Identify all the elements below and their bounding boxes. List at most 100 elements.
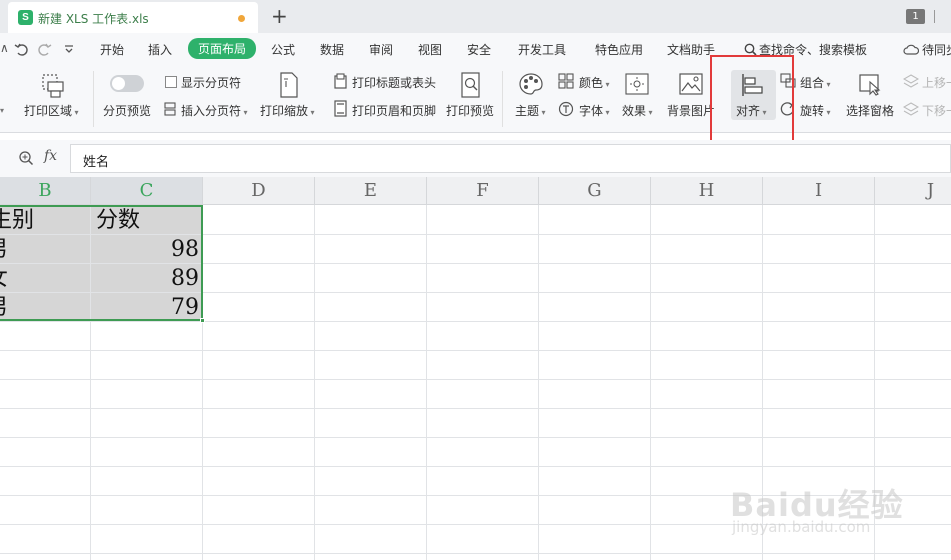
- rotate-label: 旋转: [800, 104, 825, 118]
- row-divider: [0, 379, 951, 380]
- insert-page-break-icon[interactable]: [163, 102, 177, 116]
- send-backward-label[interactable]: 下移一层: [922, 102, 951, 119]
- insert-page-break-label: 插入分页符: [181, 104, 242, 118]
- formula-input[interactable]: 姓名: [70, 144, 951, 173]
- menu-developer[interactable]: 开发工具: [518, 41, 566, 58]
- background-image-label[interactable]: 背景图片: [667, 102, 715, 119]
- document-tab[interactable]: S 新建 XLS 工作表.xls: [8, 2, 258, 33]
- print-scale-label: 打印缩放: [260, 104, 309, 118]
- row-divider: [0, 466, 951, 467]
- menu-formulas[interactable]: 公式: [271, 41, 295, 58]
- column-divider: [538, 205, 539, 560]
- menu-bar: ∧ 开始 插入 页面布局 公式 数据 审阅 视图 安全 开发工具 特色应用 文档…: [0, 33, 951, 65]
- baidu-jingyan-watermark: Baidu经验 jingyan.baidu.com: [730, 480, 930, 550]
- row-divider: [0, 437, 951, 438]
- menu-review[interactable]: 审阅: [369, 41, 393, 58]
- menu-insert[interactable]: 插入: [148, 41, 172, 58]
- print-titles-label[interactable]: 打印标题或表头: [352, 74, 436, 91]
- menu-view[interactable]: 视图: [418, 41, 442, 58]
- fonts-label: 字体: [579, 104, 604, 118]
- menu-home[interactable]: 开始: [100, 41, 124, 58]
- background-image-icon[interactable]: [679, 72, 703, 96]
- colors-icon[interactable]: [558, 73, 574, 89]
- effects-icon[interactable]: [625, 73, 649, 95]
- ribbon-separator: [93, 71, 94, 127]
- document-title: 新建 XLS 工作表.xls: [38, 12, 149, 26]
- column-header-h[interactable]: H: [651, 177, 763, 205]
- print-preview-label[interactable]: 打印预览: [446, 102, 494, 119]
- row-divider: [0, 350, 951, 351]
- theme-button[interactable]: 主题 ▾: [515, 102, 546, 119]
- print-area-button[interactable]: 打印区域 ▾: [24, 102, 79, 119]
- print-area-icon[interactable]: [40, 71, 66, 99]
- ribbon-separator: [502, 71, 503, 127]
- column-divider: [650, 205, 651, 560]
- send-backward-icon[interactable]: [903, 102, 919, 116]
- row-divider: [0, 553, 951, 554]
- menu-data[interactable]: 数据: [320, 41, 344, 58]
- title-separator: [934, 10, 935, 23]
- print-preview-icon[interactable]: [460, 71, 482, 99]
- print-titles-icon[interactable]: [333, 73, 348, 90]
- column-header-g[interactable]: G: [539, 177, 651, 205]
- quick-access-menu-icon[interactable]: [64, 44, 74, 54]
- formula-value: 姓名: [83, 155, 110, 170]
- group-button[interactable]: 组合 ▾: [800, 74, 831, 91]
- menu-features[interactable]: 特色应用: [595, 41, 643, 58]
- column-header-f[interactable]: F: [427, 177, 539, 205]
- print-area-label: 打印区域: [24, 104, 73, 118]
- fx-icon[interactable]: fx: [44, 148, 57, 164]
- page-break-preview-toggle[interactable]: [110, 75, 144, 92]
- undo-icon[interactable]: [14, 42, 28, 56]
- selection-pane-label[interactable]: 选择窗格: [846, 102, 894, 119]
- redo-icon[interactable]: [38, 42, 52, 56]
- column-header-d[interactable]: D: [203, 177, 315, 205]
- rotate-button[interactable]: 旋转 ▾: [800, 102, 831, 119]
- unsaved-dot-icon: [238, 15, 245, 22]
- show-page-break-label[interactable]: 显示分页符: [181, 74, 241, 91]
- row-divider: [0, 408, 951, 409]
- selection-border: [0, 205, 203, 321]
- theme-label: 主题: [515, 104, 540, 118]
- bring-forward-icon[interactable]: [903, 74, 919, 88]
- selection-pane-icon[interactable]: [858, 72, 882, 96]
- print-header-footer-icon[interactable]: [333, 100, 348, 117]
- colors-label: 颜色: [579, 76, 604, 90]
- menu-page-layout[interactable]: 页面布局: [188, 38, 257, 59]
- ribbon-left-cut-caret: ▾: [0, 106, 5, 115]
- fonts-icon[interactable]: [558, 101, 574, 117]
- print-scale-icon[interactable]: [278, 71, 300, 99]
- new-tab-button[interactable]: +: [271, 4, 288, 28]
- theme-palette-icon[interactable]: [518, 72, 544, 96]
- page-break-preview-label[interactable]: 分页预览: [103, 102, 151, 119]
- cloud-sync-icon[interactable]: [903, 43, 919, 56]
- effects-label: 效果: [622, 104, 647, 118]
- effects-button[interactable]: 效果 ▾: [622, 102, 653, 119]
- fill-handle[interactable]: [200, 318, 205, 323]
- group-label: 组合: [800, 76, 825, 90]
- column-header-j[interactable]: J: [875, 177, 951, 205]
- window-count-badge[interactable]: 1: [906, 9, 925, 24]
- quick-access-left-cut-icon[interactable]: ∧: [0, 41, 9, 55]
- column-header-c[interactable]: C: [91, 177, 203, 205]
- column-divider: [426, 205, 427, 560]
- zoom-cell-icon[interactable]: [18, 150, 34, 166]
- print-header-footer-label[interactable]: 打印页眉和页脚: [352, 102, 436, 119]
- column-header-e[interactable]: E: [315, 177, 427, 205]
- show-page-break-checkbox[interactable]: [165, 76, 177, 88]
- formula-bar: fx 姓名: [0, 140, 951, 177]
- column-header-i[interactable]: I: [763, 177, 875, 205]
- bring-forward-label[interactable]: 上移一层: [922, 74, 951, 91]
- fonts-button[interactable]: 字体 ▾: [579, 102, 610, 119]
- menu-doc-assistant[interactable]: 文档助手: [667, 41, 715, 58]
- column-header-b[interactable]: B: [0, 177, 91, 205]
- sync-status[interactable]: 待同步: [922, 41, 951, 58]
- wps-spreadsheet-icon: S: [18, 10, 33, 25]
- insert-page-break-button[interactable]: 插入分页符 ▾: [181, 102, 248, 119]
- ribbon-toolbar: ▾ 打印区域 ▾ 分页预览 显示分页符 插入分页符 ▾ 打印缩放 ▾ 打印标题或…: [0, 65, 951, 133]
- column-divider: [314, 205, 315, 560]
- title-bar: S 新建 XLS 工作表.xls + 1: [0, 0, 951, 33]
- print-scale-button[interactable]: 打印缩放 ▾: [260, 102, 315, 119]
- colors-button[interactable]: 颜色 ▾: [579, 74, 610, 91]
- menu-security[interactable]: 安全: [467, 41, 491, 58]
